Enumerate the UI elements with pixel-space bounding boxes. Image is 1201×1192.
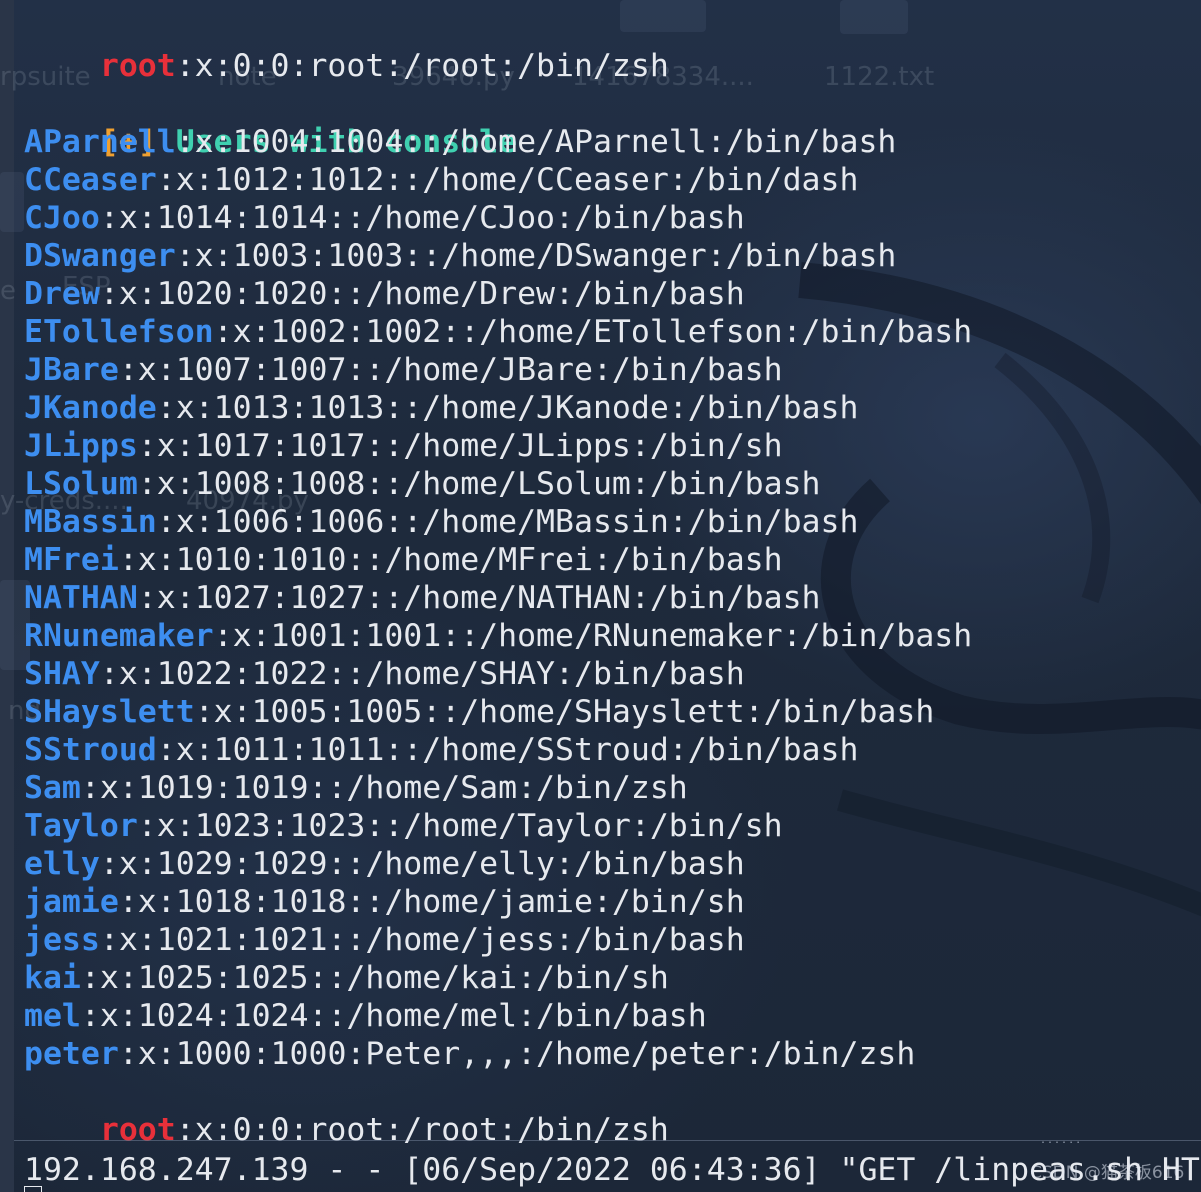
passwd-line: NATHAN:x:1027:1027::/home/NATHAN:/bin/ba… — [24, 579, 821, 617]
passwd-fields: :x:1021:1021::/home/jess:/bin/bash — [99, 922, 745, 958]
passwd-line: CJoo:x:1014:1014::/home/CJoo:/bin/bash — [24, 199, 745, 237]
pane-divider[interactable] — [14, 1140, 1201, 1141]
passwd-line: Drew:x:1020:1020::/home/Drew:/bin/bash — [24, 275, 745, 313]
passwd-line-root: root:x:0:0:root:/root:/bin/zsh — [24, 1073, 669, 1148]
passwd-line: RNunemaker:x:1001:1001::/home/RNunemaker… — [24, 617, 972, 655]
passwd-fields: :x:1012:1012::/home/CCeaser:/bin/dash — [156, 162, 859, 198]
username: kai — [24, 960, 81, 996]
username: Sam — [24, 770, 81, 806]
username: AParnell — [24, 124, 176, 160]
passwd-line: LSolum:x:1008:1008::/home/LSolum:/bin/ba… — [24, 465, 821, 503]
username: jess — [24, 922, 100, 958]
passwd-line: SHayslett:x:1005:1005::/home/SHayslett:/… — [24, 693, 934, 731]
username: MFrei — [24, 542, 119, 578]
username: root — [99, 48, 176, 84]
username: jamie — [24, 884, 119, 920]
passwd-fields: :x:1029:1029::/home/elly:/bin/bash — [99, 846, 745, 882]
username: LSolum — [24, 466, 138, 502]
username: elly — [24, 846, 100, 882]
passwd-line: SStroud:x:1011:1011::/home/SStroud:/bin/… — [24, 731, 858, 769]
passwd-fields: :x:1000:1000:Peter,,,:/home/peter:/bin/z… — [118, 1036, 916, 1072]
username: Taylor — [24, 808, 138, 844]
passwd-fields: :x:0:0:root:/root:/bin/zsh — [175, 48, 669, 84]
passwd-fields: :x:1020:1020::/home/Drew:/bin/bash — [99, 276, 745, 312]
http-log-line: 192.168.247.139 - - [06/Sep/2022 06:43:3… — [24, 1152, 1200, 1188]
passwd-line-root-top: root:x:0:0:root:/root:/bin/zsh — [24, 9, 669, 84]
passwd-fields: :x:1023:1023::/home/Taylor:/bin/sh — [137, 808, 783, 844]
passwd-fields: :x:1006:1006::/home/MBassin:/bin/bash — [156, 504, 859, 540]
passwd-line: MFrei:x:1010:1010::/home/MFrei:/bin/bash — [24, 541, 783, 579]
username: JLipps — [24, 428, 138, 464]
section-header: [+] Users with console — [24, 85, 517, 160]
passwd-fields: :x:1022:1022::/home/SHAY:/bin/bash — [99, 656, 745, 692]
passwd-line: MBassin:x:1006:1006::/home/MBassin:/bin/… — [24, 503, 858, 541]
username: SHAY — [24, 656, 100, 692]
passwd-fields: :x:1024:1024::/home/mel:/bin/bash — [80, 998, 707, 1034]
passwd-line: SHAY:x:1022:1022::/home/SHAY:/bin/bash — [24, 655, 745, 693]
passwd-line: ETollefson:x:1002:1002::/home/ETollefson… — [24, 313, 972, 351]
username: JBare — [24, 352, 119, 388]
passwd-fields: :x:1013:1013::/home/JKanode:/bin/bash — [156, 390, 859, 426]
passwd-line: DSwanger:x:1003:1003::/home/DSwanger:/bi… — [24, 237, 896, 275]
passwd-line: CCeaser:x:1012:1012::/home/CCeaser:/bin/… — [24, 161, 858, 199]
username: Drew — [24, 276, 100, 312]
passwd-fields: :x:1014:1014::/home/CJoo:/bin/bash — [99, 200, 745, 236]
passwd-line: JKanode:x:1013:1013::/home/JKanode:/bin/… — [24, 389, 858, 427]
passwd-fields: :x:1001:1001::/home/RNunemaker:/bin/bash — [213, 618, 973, 654]
passwd-fields: :x:1019:1019::/home/Sam:/bin/zsh — [80, 770, 688, 806]
terminal-cursor — [24, 1186, 42, 1192]
passwd-line: Sam:x:1019:1019::/home/Sam:/bin/zsh — [24, 769, 688, 807]
username: RNunemaker — [24, 618, 214, 654]
passwd-fields: :x:1017:1017::/home/JLipps:/bin/sh — [137, 428, 783, 464]
passwd-fields: :x:0:0:root:/root:/bin/zsh — [175, 1112, 669, 1148]
passwd-fields: :x:1025:1025::/home/kai:/bin/sh — [80, 960, 669, 996]
passwd-line: jamie:x:1018:1018::/home/jamie:/bin/sh — [24, 883, 745, 921]
passwd-fields: :x:1027:1027::/home/NATHAN:/bin/bash — [137, 580, 821, 616]
passwd-line: JLipps:x:1017:1017::/home/JLipps:/bin/sh — [24, 427, 783, 465]
passwd-line: kai:x:1025:1025::/home/kai:/bin/sh — [24, 959, 669, 997]
passwd-line: JBare:x:1007:1007::/home/JBare:/bin/bash — [24, 351, 783, 389]
username: mel — [24, 998, 81, 1034]
username: MBassin — [24, 504, 157, 540]
passwd-fields: :x:1004:1004::/home/AParnell:/bin/bash — [175, 124, 897, 160]
csdn-watermark: CSDN @猫茶板616 — [1030, 1163, 1185, 1183]
username: SStroud — [24, 732, 157, 768]
passwd-fields: :x:1007:1007::/home/JBare:/bin/bash — [118, 352, 783, 388]
username: root — [99, 1112, 176, 1148]
username: JKanode — [24, 390, 157, 426]
username: CJoo — [24, 200, 100, 236]
passwd-fields: :x:1003:1003::/home/DSwanger:/bin/bash — [175, 238, 897, 274]
passwd-fields: :x:1005:1005::/home/SHayslett:/bin/bash — [194, 694, 935, 730]
pane-scroll-indicator[interactable]: ...... — [1040, 1135, 1082, 1146]
passwd-line: peter:x:1000:1000:Peter,,,:/home/peter:/… — [24, 1035, 915, 1073]
username: peter — [24, 1036, 119, 1072]
username: DSwanger — [24, 238, 176, 274]
username: CCeaser — [24, 162, 157, 198]
passwd-line: Taylor:x:1023:1023::/home/Taylor:/bin/sh — [24, 807, 783, 845]
passwd-fields: :x:1010:1010::/home/MFrei:/bin/bash — [118, 542, 783, 578]
username: SHayslett — [24, 694, 195, 730]
terminal-window[interactable]: root:x:0:0:root:/root:/bin/zsh [+] Users… — [14, 0, 1201, 1192]
username: ETollefson — [24, 314, 214, 350]
passwd-fields: :x:1008:1008::/home/LSolum:/bin/bash — [137, 466, 821, 502]
passwd-line: elly:x:1029:1029::/home/elly:/bin/bash — [24, 845, 745, 883]
passwd-line: AParnell:x:1004:1004::/home/AParnell:/bi… — [24, 123, 896, 161]
passwd-fields: :x:1011:1011::/home/SStroud:/bin/bash — [156, 732, 859, 768]
passwd-fields: :x:1002:1002::/home/ETollefson:/bin/bash — [213, 314, 973, 350]
username: NATHAN — [24, 580, 138, 616]
passwd-line: jess:x:1021:1021::/home/jess:/bin/bash — [24, 921, 745, 959]
passwd-fields: :x:1018:1018::/home/jamie:/bin/sh — [118, 884, 745, 920]
passwd-line: mel:x:1024:1024::/home/mel:/bin/bash — [24, 997, 707, 1035]
